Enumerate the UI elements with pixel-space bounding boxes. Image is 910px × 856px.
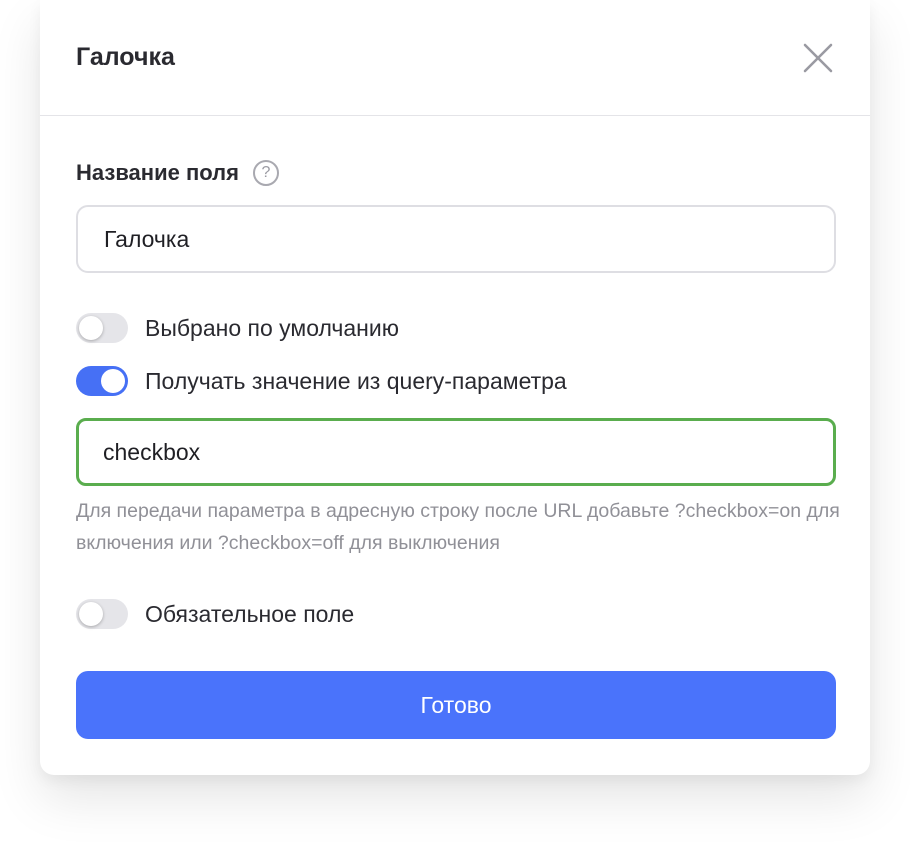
modal-header: Галочка [40, 0, 870, 116]
required-toggle[interactable] [76, 599, 128, 629]
toggle-row-query-param[interactable]: Получать значение из query-параметра [76, 364, 567, 398]
modal-title: Галочка [76, 43, 175, 71]
close-icon [803, 43, 833, 73]
default-selected-toggle[interactable] [76, 313, 128, 343]
default-selected-label: Выбрано по умолчанию [145, 314, 399, 341]
query-param-hint: Для передачи параметра в адресную строку… [76, 500, 840, 554]
checkbox-settings-modal: Галочка Название поля ? Выбрано по умолч… [40, 0, 870, 775]
toggle-knob [79, 602, 103, 626]
query-param-input[interactable] [76, 418, 836, 486]
field-name-label-row: Название поля ? [76, 156, 279, 190]
toggle-knob [101, 369, 125, 393]
close-button[interactable] [798, 38, 838, 78]
done-button[interactable]: Готово [76, 671, 836, 739]
query-param-toggle[interactable] [76, 366, 128, 396]
field-name-input[interactable] [76, 205, 836, 273]
query-param-label: Получать значение из query-параметра [145, 367, 567, 394]
field-name-label: Название поля [76, 160, 239, 185]
required-label: Обязательное поле [145, 600, 355, 627]
toggle-knob [79, 316, 103, 340]
toggle-row-required[interactable]: Обязательное поле [76, 597, 354, 631]
toggle-row-default-selected[interactable]: Выбрано по умолчанию [76, 311, 399, 345]
question-icon[interactable]: ? [252, 160, 279, 186]
